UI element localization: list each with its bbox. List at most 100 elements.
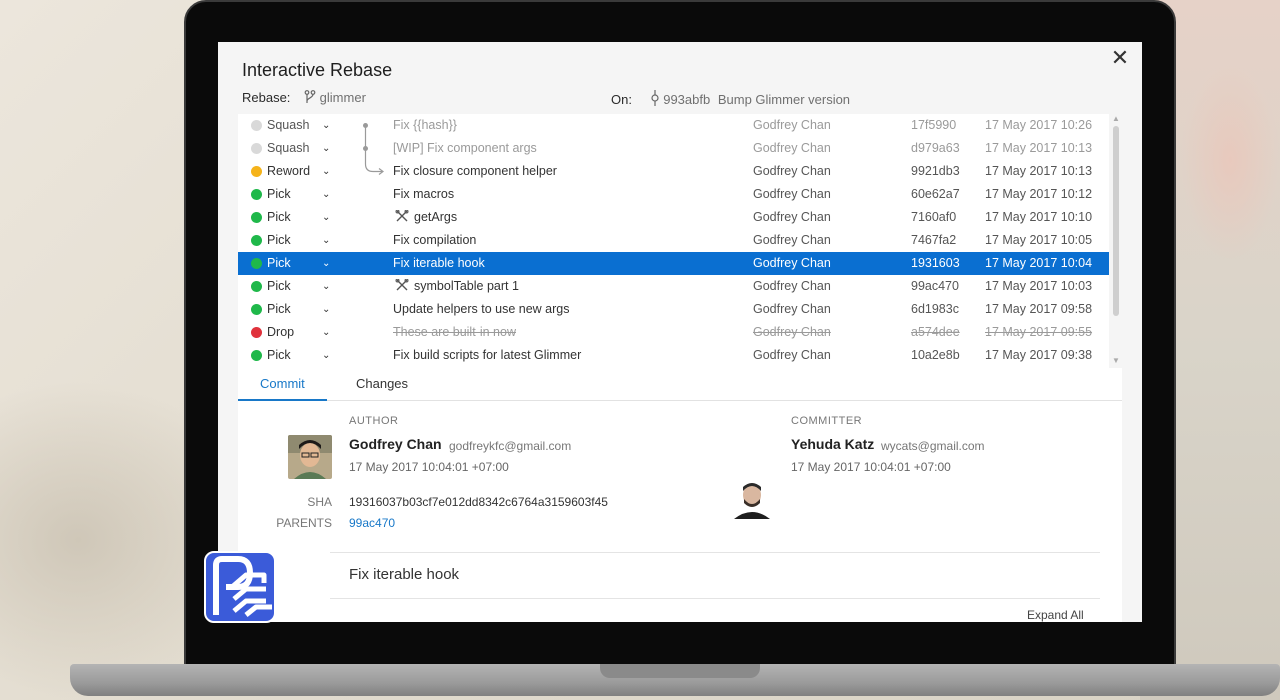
committer-avatar-image [730,475,774,519]
author-avatar [288,435,332,479]
commit-message: Fix iterable hook [349,566,460,583]
status-dot-icon [251,258,262,269]
commit-author: Godfrey Chan [753,164,831,178]
chevron-down-icon[interactable]: ⌄ [322,137,330,160]
status-dot-icon [251,166,262,177]
tools-icon [395,278,409,293]
commit-sha: 7160af0 [911,210,957,224]
commit-sha: 10a2e8b [911,348,960,362]
commit-date: 17 May 2017 10:12 [985,187,1093,201]
commit-message-text: Fix iterable hook [393,256,485,270]
commit-row[interactable]: Pick ⌄ Fix compilation Godfrey Chan 7467fa2 1… [238,229,1109,252]
parent-link[interactable]: 99ac470 [349,516,395,530]
commit-message-text: Fix build scripts for latest Glimmer [393,348,582,362]
branch-name: glimmer [319,90,366,105]
chevron-down-icon[interactable]: ⌄ [322,229,330,252]
detail-tabs: Commit Changes [238,368,1122,401]
commit-message-cell: Fix macros [393,183,454,206]
commit-message-text: Fix closure component helper [393,164,557,178]
commit-row[interactable]: Pick ⌄ Fix iterable hook Godfrey Chan 193160… [238,252,1109,275]
commit-list-scrollbar[interactable]: ▲ ▼ [1110,114,1122,368]
commit-sha: 99ac470 [911,279,959,293]
commit-date: 17 May 2017 10:03 [985,279,1093,293]
chevron-down-icon[interactable]: ⌄ [322,252,330,275]
commit-author: Godfrey Chan [753,118,831,132]
tab-commit[interactable]: Commit [238,368,327,401]
commit-row[interactable]: Drop ⌄ These are built-in now Godfrey Chan a… [238,321,1109,344]
commit-row[interactable]: Pick ⌄ Fix build scripts for latest Glimme… [238,344,1109,367]
status-dot-icon [251,120,262,131]
rebase-action-select[interactable]: Pick [267,206,291,229]
commit-date: 17 May 2017 09:55 [985,325,1093,339]
commit-message-cell: symbolTable part 1 [395,275,519,298]
committer-email: wycats@gmail.com [881,439,985,453]
author-date: 17 May 2017 10:04:01 +07:00 [349,460,509,474]
chevron-down-icon[interactable]: ⌄ [322,275,330,298]
rebase-action-select[interactable]: Squash [267,114,309,137]
commit-date: 17 May 2017 10:10 [985,210,1093,224]
commit-message-cell: Fix build scripts for latest Glimmer [393,344,581,367]
commit-message-cell: Fix compilation [393,229,476,252]
commit-list: Squash ⌄ Fix {{hash}} Godfrey Chan 17f5990 17… [238,114,1109,368]
rebase-action-select[interactable]: Pick [267,344,291,367]
commit-sha: a574dee [911,325,960,339]
commit-icon [650,90,660,109]
rebase-action-select[interactable]: Pick [267,252,291,275]
on-label: On: [611,92,632,107]
committer-label: COMMITTER [791,415,863,427]
scroll-thumb[interactable] [1113,126,1119,316]
chevron-down-icon[interactable]: ⌄ [322,298,330,321]
commit-sha: 60e62a7 [911,187,960,201]
commit-sha: d979a63 [911,141,960,155]
chevron-down-icon[interactable]: ⌄ [322,344,330,367]
rebase-action-select[interactable]: Squash [267,137,309,160]
tools-icon [395,209,409,224]
scroll-up-icon[interactable]: ▲ [1110,114,1122,123]
commit-author: Godfrey Chan [753,210,831,224]
chevron-down-icon[interactable]: ⌄ [322,183,330,206]
sha-value: 19316037b03cf7e012dd8342c6764a3159603f45 [349,495,608,509]
commit-date: 17 May 2017 10:26 [985,118,1093,132]
commit-date: 17 May 2017 10:05 [985,233,1093,247]
commit-date: 17 May 2017 10:04 [985,256,1093,270]
rebase-action-select[interactable]: Pick [267,275,291,298]
chevron-down-icon[interactable]: ⌄ [322,114,330,137]
rebase-action-select[interactable]: Pick [267,298,291,321]
tab-changes[interactable]: Changes [334,368,430,399]
onto-commit-line: On: 993abfb Bump Glimmer version [611,90,850,109]
rebase-action-select[interactable]: Pick [267,229,291,252]
commit-sha: 1931603 [911,256,960,270]
commit-message-cell: Fix iterable hook [393,252,485,275]
expand-all-button[interactable]: Expand All [1027,608,1084,622]
rebase-action-select[interactable]: Pick [267,183,291,206]
chevron-down-icon[interactable]: ⌄ [322,160,330,183]
commit-row[interactable]: Pick ⌄ getArgs Godfrey Chan 7160af0 17 May 20… [238,206,1109,229]
status-dot-icon [251,143,262,154]
author-label: AUTHOR [349,415,399,427]
status-dot-icon [251,304,262,315]
scroll-down-icon[interactable]: ▼ [1110,356,1122,365]
background-shade-pink [1180,60,1280,260]
status-dot-icon [251,189,262,200]
commit-date: 17 May 2017 10:13 [985,164,1093,178]
rebase-label: Rebase: [242,90,291,105]
commit-message-text: Fix {{hash}} [393,118,457,132]
author-name: Godfrey Chan [349,436,442,452]
chevron-down-icon[interactable]: ⌄ [322,321,330,344]
status-dot-icon [251,327,262,338]
rebase-action-select[interactable]: Drop [267,321,294,344]
close-icon[interactable]: ✕ [1106,44,1134,72]
commit-row[interactable]: Pick ⌄ Update helpers to use new args Godfr… [238,298,1109,321]
commit-message-text: These are built-in now [393,325,516,339]
parents-label: PARENTS [276,516,332,530]
commit-author: Godfrey Chan [753,187,831,201]
chevron-down-icon[interactable]: ⌄ [322,206,330,229]
rebase-action-select[interactable]: Reword [267,160,310,183]
commit-message-cell: [WIP] Fix component args [393,137,537,160]
commit-message-cell: Update helpers to use new args [393,298,570,321]
onto-message: Bump Glimmer version [717,92,851,107]
dialog-title: Interactive Rebase [242,60,393,80]
commit-date: 17 May 2017 09:58 [985,302,1093,316]
commit-row[interactable]: Pick ⌄ symbolTable part 1 Godfrey Chan 99ac4… [238,275,1109,298]
committer-date: 17 May 2017 10:04:01 +07:00 [791,460,951,474]
